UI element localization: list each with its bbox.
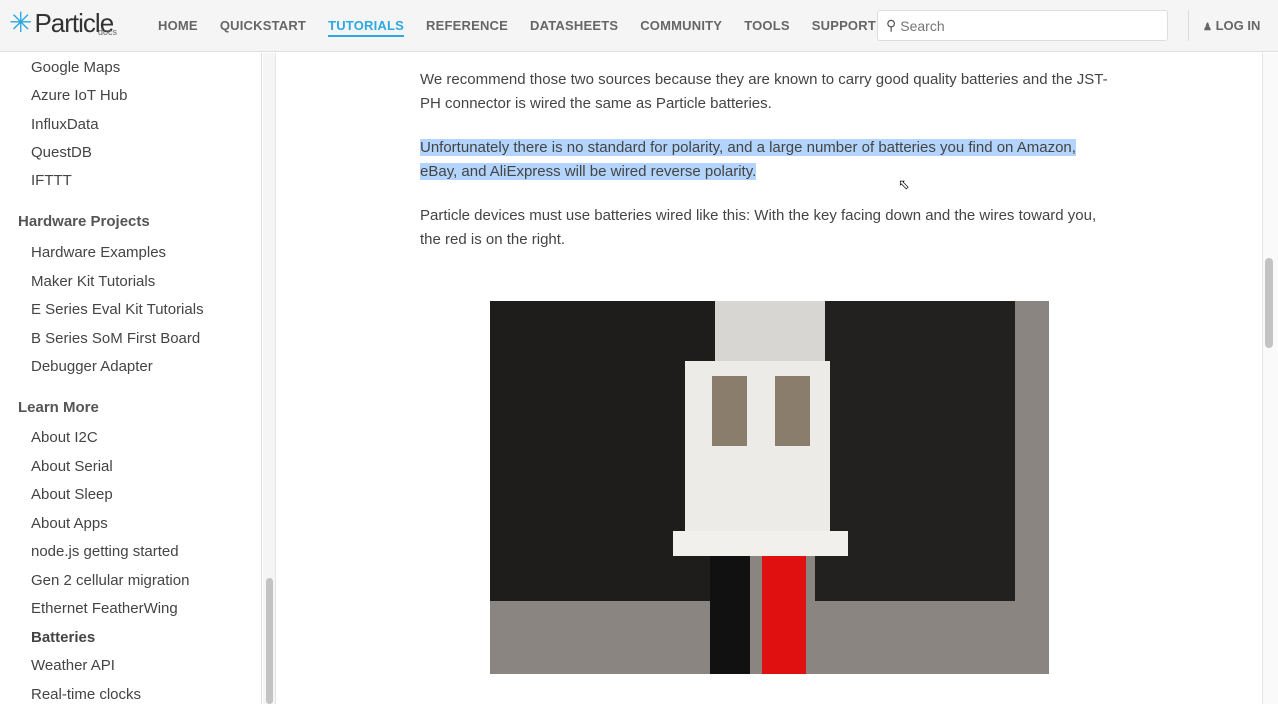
particle-star-icon: ✳ [9, 7, 33, 38]
sidebar-item[interactable]: node.js getting started [31, 543, 179, 560]
paragraph: We recommend those two sources because t… [420, 71, 1108, 112]
search-icon: ⚲ [886, 17, 897, 33]
nav-tutorials[interactable]: TUTORIALS [328, 18, 405, 37]
sidebar-item[interactable]: Debugger Adapter [31, 358, 153, 375]
sidebar-item[interactable]: Azure IoT Hub [31, 87, 127, 104]
sidebar-item[interactable]: InfluxData [31, 116, 99, 133]
nav-tools[interactable]: TOOLS [744, 18, 790, 37]
mouse-cursor-icon: ⬁ [898, 176, 910, 192]
sidebar-item[interactable]: Real-time clocks [31, 686, 141, 703]
sidebar-item[interactable]: Maker Kit Tutorials [31, 273, 155, 290]
nav-community[interactable]: COMMUNITY [640, 18, 722, 37]
connector-illustration [490, 301, 1049, 674]
sidebar-item[interactable]: Ethernet FeatherWing [31, 600, 178, 617]
sidebar-item[interactable]: About Apps [31, 515, 108, 532]
login-label: LOG IN [1215, 18, 1261, 33]
paragraph-highlighted: Unfortunately there is no standard for p… [420, 136, 1110, 184]
sidebar-item[interactable]: About Sleep [31, 486, 113, 503]
search-input[interactable] [900, 17, 1151, 34]
page-scroll-thumb[interactable] [1265, 258, 1273, 348]
sidebar: Google Maps Azure IoT Hub InfluxData QuestD… [0, 53, 262, 704]
top-nav-bar: ✳ Particle docs HOME QUICKSTART TUTORIALS R… [0, 0, 1278, 52]
sidebar-item[interactable]: IFTTT [31, 172, 72, 189]
sidebar-item[interactable]: Hardware Examples [31, 244, 166, 261]
sidebar-item[interactable]: About I2C [31, 429, 98, 446]
sidebar-item[interactable]: Gen 2 cellular migration [31, 572, 189, 589]
sidebar-scroll-thumb[interactable] [266, 578, 273, 704]
sidebar-item-active[interactable]: Batteries [31, 629, 95, 646]
sidebar-item[interactable]: B Series SoM First Board [31, 330, 200, 347]
paragraph: Particle devices must use batteries wire… [420, 207, 1097, 248]
search-box[interactable]: ⚲ [877, 10, 1168, 41]
sidebar-heading-hardware: Hardware Projects [18, 213, 150, 230]
selected-text: Unfortunately there is no standard for p… [420, 139, 1076, 180]
battery-connector-photo [490, 301, 1049, 674]
sidebar-item[interactable]: Weather API [31, 657, 115, 674]
user-icon: ♟ [1203, 22, 1212, 33]
sidebar-item[interactable]: About Serial [31, 458, 113, 475]
sidebar-item[interactable]: QuestDB [31, 144, 92, 161]
page-scrollbar[interactable] [1262, 53, 1278, 704]
article-content: We recommend those two sources because t… [420, 68, 1110, 272]
main-nav: HOME QUICKSTART TUTORIALS REFERENCE DATASHEE… [158, 18, 898, 37]
nav-reference[interactable]: REFERENCE [426, 18, 508, 37]
logo-subtitle: docs [98, 27, 118, 37]
sidebar-item[interactable]: Google Maps [31, 59, 120, 76]
divider [1188, 10, 1189, 41]
sidebar-heading-learn: Learn More [18, 399, 99, 416]
nav-quickstart[interactable]: QUICKSTART [220, 18, 306, 37]
nav-support[interactable]: SUPPORT [812, 18, 876, 37]
nav-datasheets[interactable]: DATASHEETS [530, 18, 618, 37]
login-button[interactable]: ♟ LOG IN [1203, 18, 1260, 33]
sidebar-item[interactable]: E Series Eval Kit Tutorials [31, 301, 204, 318]
nav-home[interactable]: HOME [158, 18, 198, 37]
